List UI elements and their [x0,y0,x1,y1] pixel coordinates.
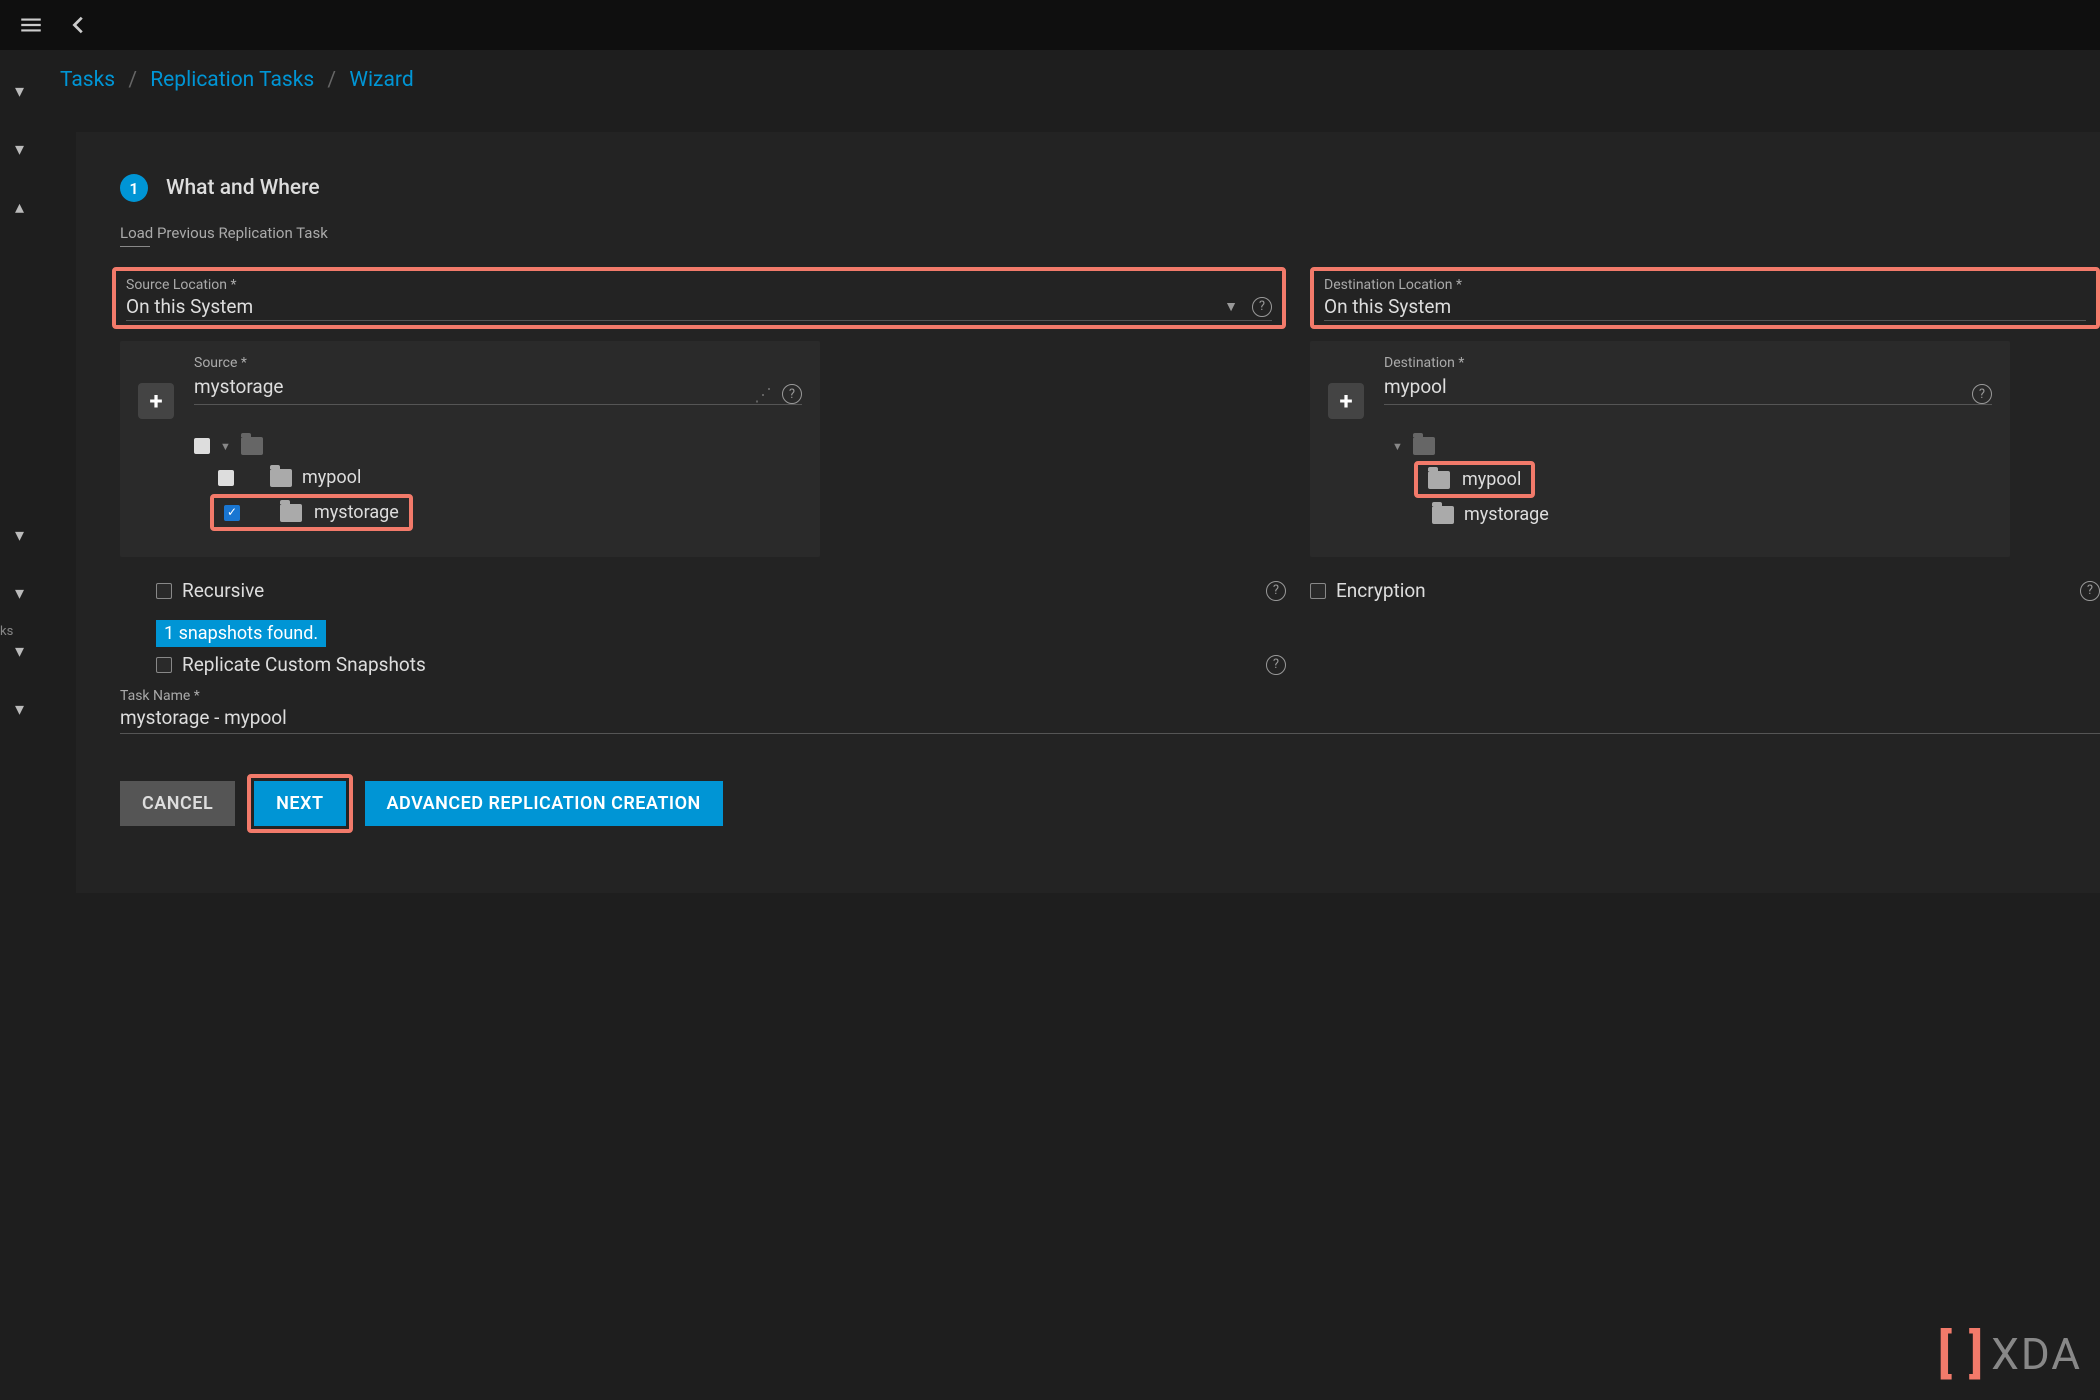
folder-icon [280,504,302,522]
sidebar-item[interactable]: ▾ [0,120,32,178]
checkbox[interactable] [218,470,234,486]
destination-input[interactable]: mypool [1384,371,1962,404]
replicate-custom-row[interactable]: Replicate Custom Snapshots ? [112,653,1286,676]
load-previous-select[interactable] [120,246,150,247]
recursive-checkbox-row[interactable]: Recursive ? [112,579,1286,602]
help-icon[interactable]: ? [2080,581,2100,601]
destination-tree: ▼ mypool mystorage [1384,431,1992,531]
load-previous-label: Load Previous Replication Task [76,224,2100,242]
source-location-label: Source Location * [126,277,1272,293]
main-content: Tasks / Replication Tasks / Wizard 1 Wha… [32,50,2100,1400]
back-icon[interactable] [68,14,90,36]
add-destination-button[interactable]: + [1328,383,1364,419]
destination-location-field[interactable]: Destination Location * On this System [1310,267,2100,329]
tree-row-mystorage[interactable]: mystorage [1384,498,1992,531]
checkbox-checked[interactable] [224,505,240,521]
sidebar-item[interactable]: ▴ [0,178,32,236]
resize-handle-icon[interactable]: ⋰ [754,385,772,406]
tree-item-label: mystorage [314,502,399,523]
folder-icon [241,437,263,455]
source-tree-panel: + Source * mystorage ⋰ ? ▼ [120,341,820,557]
checkbox[interactable] [156,657,172,673]
checkbox[interactable] [1310,583,1326,599]
tree-item-label: mypool [302,467,361,488]
sidebar-item[interactable]: ▾ [0,680,32,738]
destination-tree-panel: + Destination * mypool ? ▼ [1310,341,2010,557]
source-tree: ▼ mypool [194,431,802,531]
sidebar: ▾ ▾ ▴ ks ▾ ▾ ▾ ▾ [0,50,32,1400]
destination-location-value: On this System [1324,295,1451,318]
source-location-field[interactable]: Source Location * On this System ▼ ? [112,267,1286,329]
tree-row-root[interactable]: ▼ [1384,431,1992,461]
chevron-down-icon: ▼ [1224,298,1238,315]
checkbox[interactable] [194,438,210,454]
wizard-card: 1 What and Where Load Previous Replicati… [76,132,2100,893]
destination-tree-label: Destination * [1384,355,1992,371]
breadcrumb-tasks[interactable]: Tasks [60,68,115,92]
watermark-text: XDA [1991,1328,2082,1380]
replicate-custom-label: Replicate Custom Snapshots [182,653,426,676]
next-button-highlight: NEXT [247,774,352,833]
bracket-icon: [ ] [1938,1323,1986,1384]
cancel-button[interactable]: CANCEL [120,781,235,826]
destination-location-label: Destination Location * [1324,277,2086,293]
next-button[interactable]: NEXT [254,781,345,826]
help-icon[interactable]: ? [782,384,802,404]
help-icon[interactable]: ? [1266,655,1286,675]
sidebar-item[interactable]: ▾ [0,564,32,622]
encryption-label: Encryption [1336,579,1426,602]
folder-icon [1428,471,1450,489]
sidebar-item[interactable]: ▾ [0,62,32,120]
tree-row-mystorage-highlight: mystorage [210,494,413,531]
help-icon[interactable]: ? [1972,384,1992,404]
snapshots-found-badge: 1 snapshots found. [156,620,326,647]
encryption-checkbox-row[interactable]: Encryption ? [1310,579,2100,602]
source-input[interactable]: mystorage [194,371,744,404]
menu-icon[interactable] [18,12,44,38]
tree-row-mypool[interactable]: mypool [194,461,802,494]
tree-item-label: mypool [1462,469,1521,490]
breadcrumb-wizard[interactable]: Wizard [349,68,413,92]
taskname-input[interactable]: mystorage - mypool [120,706,2100,729]
step-title: What and Where [166,176,320,200]
source-tree-label: Source * [194,355,802,371]
step-number: 1 [120,174,148,202]
folder-icon [1432,506,1454,524]
folder-icon [1413,437,1435,455]
tree-row-mypool-highlight: mypool [1414,461,1535,498]
folder-icon [270,469,292,487]
help-icon[interactable]: ? [1266,581,1286,601]
advanced-button[interactable]: ADVANCED REPLICATION CREATION [365,781,723,826]
recursive-label: Recursive [182,579,264,602]
sidebar-fragment-label: ks [0,624,13,639]
expand-icon[interactable]: ▼ [1392,440,1403,453]
expand-icon[interactable]: ▼ [220,440,231,453]
help-icon[interactable]: ? [1252,297,1272,317]
taskname-label: Task Name * [120,688,2100,704]
breadcrumb: Tasks / Replication Tasks / Wizard [32,50,2100,104]
topbar [0,0,2100,50]
breadcrumb-replication[interactable]: Replication Tasks [150,68,314,92]
tree-item-label: mystorage [1464,504,1549,525]
watermark: [ ] XDA [1938,1323,2082,1384]
checkbox[interactable] [156,583,172,599]
add-source-button[interactable]: + [138,383,174,419]
source-location-value: On this System [126,295,253,318]
sidebar-item[interactable]: ▾ [0,506,32,564]
tree-row-root[interactable]: ▼ [194,431,802,461]
